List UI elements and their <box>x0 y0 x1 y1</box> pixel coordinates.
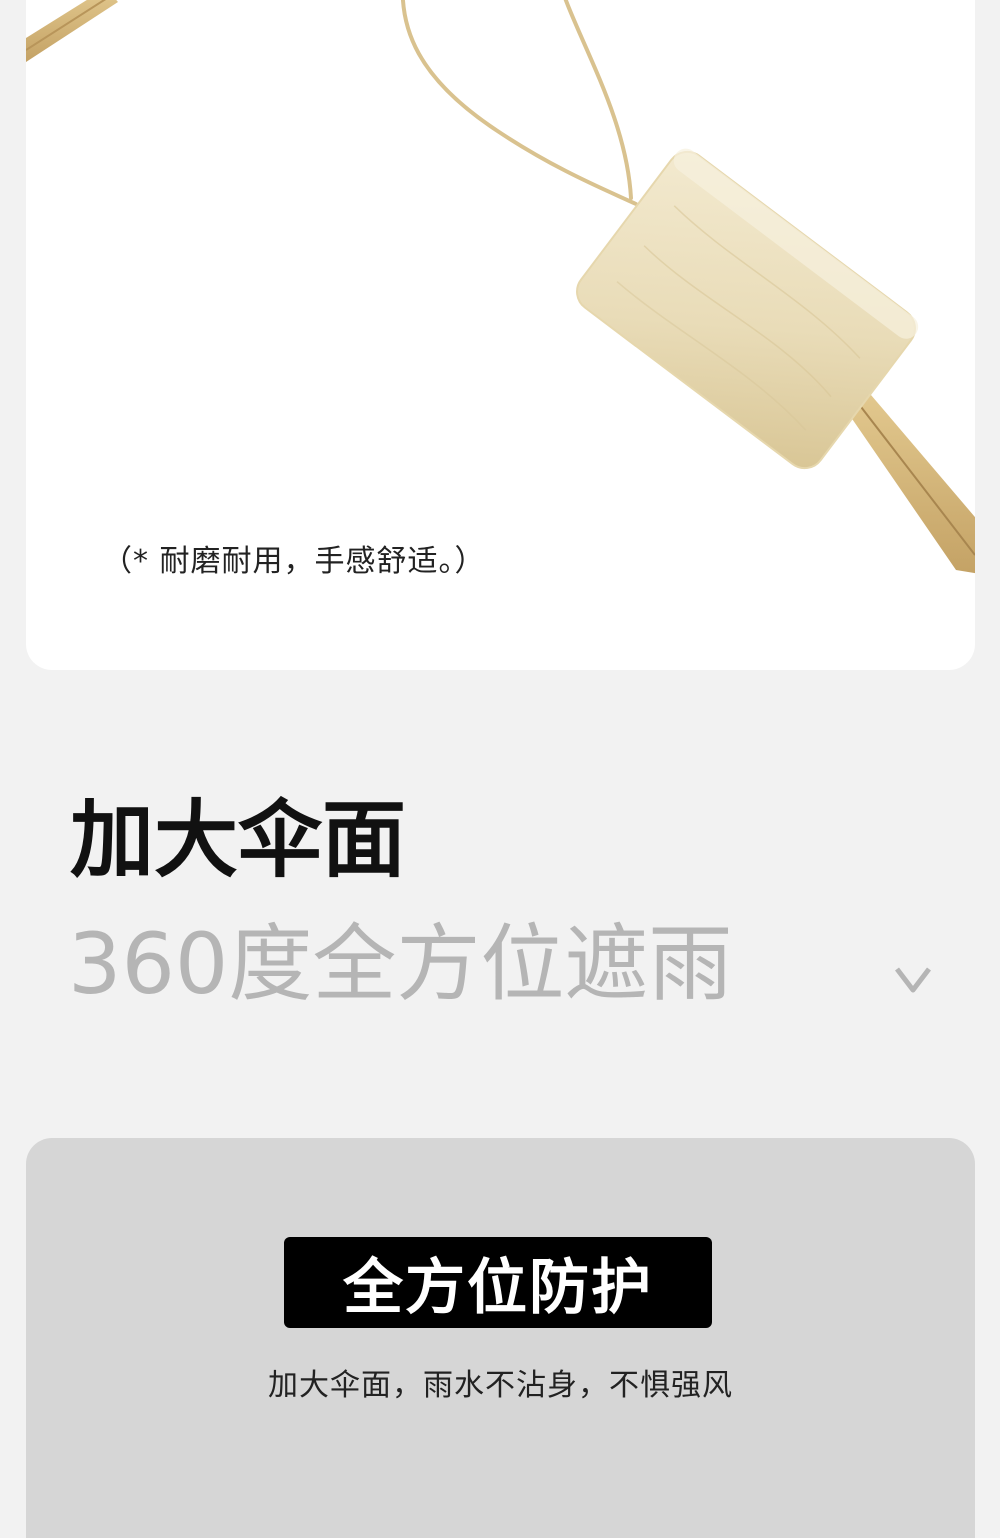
feature-card: 全方位防护 加大伞面，雨水不沾身，不惧强风 <box>26 1138 975 1538</box>
chevron-down-icon[interactable] <box>893 963 933 995</box>
feature-badge: 全方位防护 <box>284 1237 712 1328</box>
section-subtitle: 360度全方位遮雨 <box>68 915 733 1013</box>
wrist-cord <box>400 0 638 206</box>
product-detail-card: （* 耐磨耐用，手感舒适。） <box>26 0 975 670</box>
feature-description: 加大伞面，雨水不沾身，不惧强风 <box>268 1368 733 1403</box>
section-title: 加大伞面 <box>70 791 407 889</box>
bamboo-rib <box>26 0 118 62</box>
bamboo-shaft <box>846 395 975 574</box>
caption-text: （* 耐磨耐用，手感舒适。） <box>102 544 486 579</box>
